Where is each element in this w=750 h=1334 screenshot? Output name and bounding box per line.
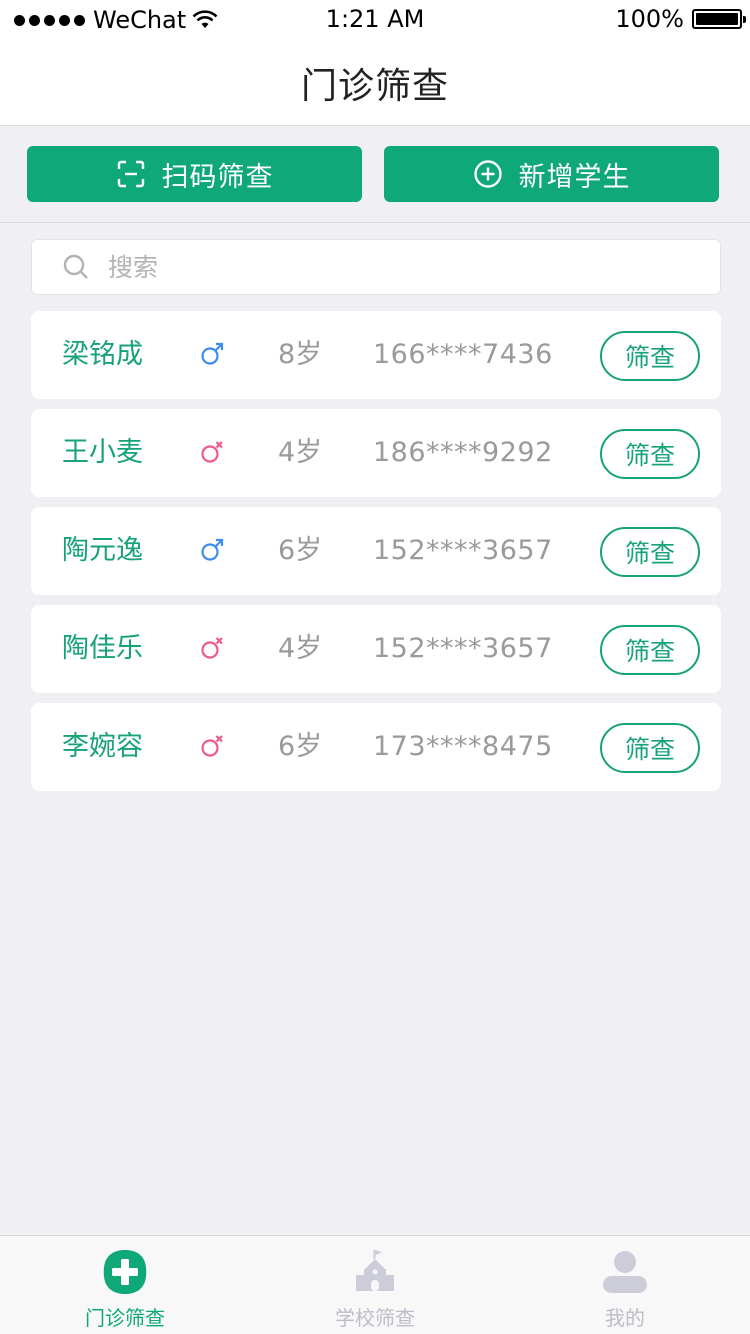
student-phone: 173****8475 <box>373 731 553 762</box>
student-row[interactable]: 王小麦 4岁 186****9292 筛查 <box>31 409 721 497</box>
screen-button[interactable]: 筛查 <box>600 331 700 381</box>
scan-icon <box>117 160 144 188</box>
student-age: 8岁 <box>278 339 323 370</box>
student-row[interactable]: 李婉容 6岁 173****8475 筛查 <box>31 703 721 791</box>
battery-icon <box>692 9 746 29</box>
tab-label: 我的 <box>605 1306 645 1330</box>
tab-label: 学校筛查 <box>335 1306 415 1330</box>
school-icon <box>356 1250 394 1291</box>
scan-screening-label: 扫码筛查 <box>161 161 274 193</box>
student-phone: 152****3657 <box>373 633 553 664</box>
search-icon <box>63 254 88 279</box>
screen-button[interactable]: 筛查 <box>600 429 700 479</box>
student-phone: 152****3657 <box>373 535 553 566</box>
female-icon <box>199 439 225 465</box>
student-age: 4岁 <box>278 633 323 664</box>
nav-bar: 门诊筛查 <box>0 40 750 126</box>
page-title: 门诊筛查 <box>300 65 449 107</box>
tab-mine[interactable]: 我的 <box>500 1236 750 1334</box>
search-bar <box>31 239 721 295</box>
action-bar: 扫码筛查 新增学生 <box>0 127 750 223</box>
add-student-button[interactable]: 新增学生 <box>384 146 719 202</box>
student-phone: 166****7436 <box>373 339 553 370</box>
male-icon <box>199 341 225 367</box>
student-name: 李婉容 <box>62 731 143 762</box>
screen-button[interactable]: 筛查 <box>600 723 700 773</box>
add-student-label: 新增学生 <box>518 161 631 193</box>
plus-circle-icon <box>473 160 502 188</box>
student-row[interactable]: 陶元逸 6岁 152****3657 筛查 <box>31 507 721 595</box>
medical-cross-icon <box>103 1250 147 1294</box>
student-row[interactable]: 梁铭成 8岁 166****7436 筛查 <box>31 311 721 399</box>
female-icon <box>199 733 225 759</box>
student-name: 梁铭成 <box>62 339 143 370</box>
student-age: 6岁 <box>278 535 323 566</box>
student-name: 陶元逸 <box>62 535 143 566</box>
status-bar: WeChat 1:21 AM 100% <box>0 0 750 40</box>
battery-percent: 100% <box>615 5 684 33</box>
student-list: 梁铭成 8岁 166****7436 筛查 王小麦 4岁 186****9292… <box>31 311 721 801</box>
student-age: 6岁 <box>278 731 323 762</box>
student-name: 陶佳乐 <box>62 633 143 664</box>
tab-clinic-screening[interactable]: 门诊筛查 <box>0 1236 250 1334</box>
status-right: 100% <box>615 5 746 33</box>
student-age: 4岁 <box>278 437 323 468</box>
screen-button[interactable]: 筛查 <box>600 527 700 577</box>
male-icon <box>199 537 225 563</box>
tab-school-screening[interactable]: 学校筛查 <box>250 1236 500 1334</box>
tab-bar: 门诊筛查 学校筛查 我的 <box>0 1235 750 1334</box>
female-icon <box>199 635 225 661</box>
screen-button[interactable]: 筛查 <box>600 625 700 675</box>
student-name: 王小麦 <box>62 437 143 468</box>
student-phone: 186****9292 <box>373 437 553 468</box>
scan-screening-button[interactable]: 扫码筛查 <box>27 146 362 202</box>
student-row[interactable]: 陶佳乐 4岁 152****3657 筛查 <box>31 605 721 693</box>
search-input[interactable] <box>108 252 668 282</box>
user-icon <box>603 1251 647 1293</box>
tab-label: 门诊筛查 <box>85 1306 165 1330</box>
